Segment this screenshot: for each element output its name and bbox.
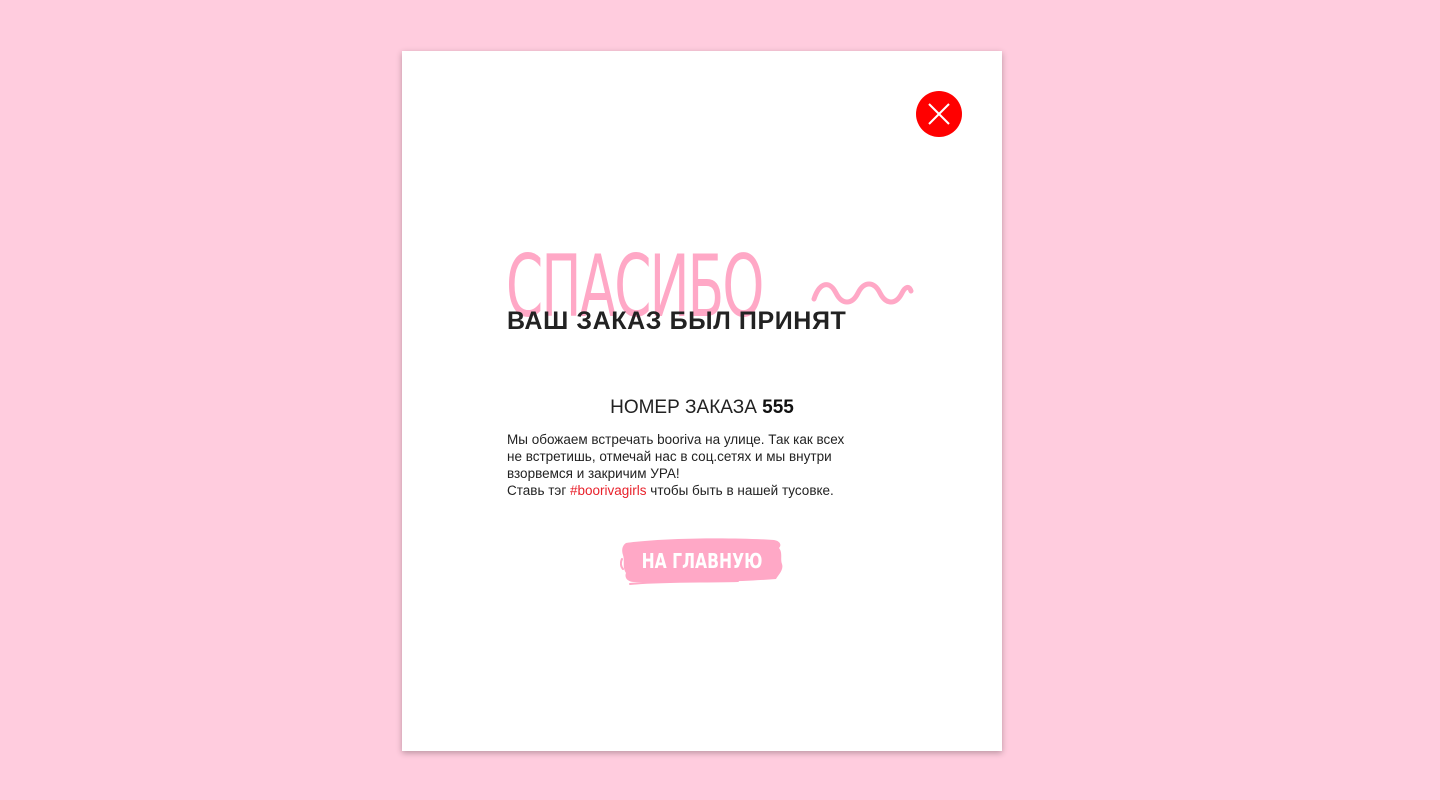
order-number: НОМЕР ЗАКАЗА 555: [402, 397, 1002, 419]
close-button[interactable]: [916, 91, 962, 137]
hashtag-link[interactable]: #boorivagirls: [570, 483, 647, 498]
order-confirmation-modal: СПАСИБО ВАШ ЗАКАЗ БЫЛ ПРИНЯТ НОМЕР ЗАКАЗ…: [402, 51, 1002, 751]
message-line-1: Мы обожаем встречать booriva на улице. Т…: [507, 432, 845, 447]
close-icon: [928, 103, 950, 125]
order-number-label: НОМЕР ЗАКАЗА: [610, 397, 757, 418]
home-button[interactable]: НА ГЛАВНУЮ: [620, 537, 784, 589]
squiggle-decoration: [811, 281, 914, 305]
thank-you-message: Мы обожаем встречать booriva на улице. Т…: [507, 431, 917, 499]
message-line-4: Ставь тэг #boorivagirls чтобы быть в наш…: [507, 482, 917, 499]
order-number-value: 555: [762, 397, 794, 418]
message-line-4-start: Ставь тэг: [507, 483, 570, 498]
order-accepted-title: ВАШ ЗАКАЗ БЫЛ ПРИНЯТ: [507, 307, 847, 335]
message-line-2: не встретишь, отмечай нас в соц.сетях и …: [507, 449, 832, 464]
message-line-4-end: чтобы быть в нашей тусовке.: [646, 483, 834, 498]
home-button-label: НА ГЛАВНУЮ: [641, 549, 763, 573]
message-line-3: взорвемся и закричим УРА!: [507, 466, 680, 481]
